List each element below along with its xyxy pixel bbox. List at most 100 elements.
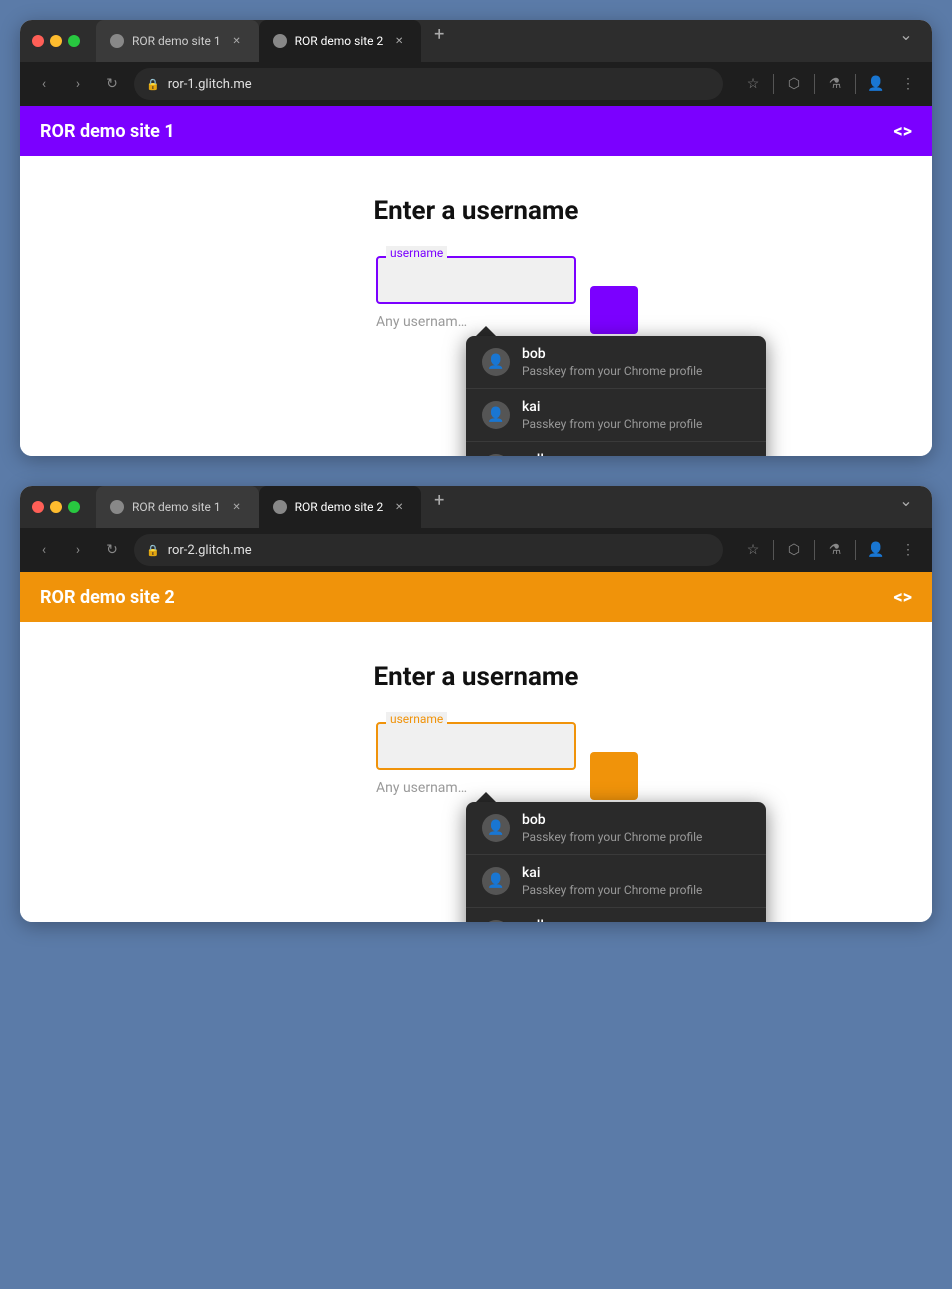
- url-bar-1[interactable]: 🔒 ror-1.glitch.me: [134, 68, 723, 100]
- separator: [814, 74, 815, 94]
- passkey-name: sally: [522, 918, 750, 922]
- passkey-item-kai-1[interactable]: 👤 kai Passkey from your Chrome profile: [466, 389, 766, 442]
- site-title-2: ROR demo site 2: [40, 587, 175, 608]
- lab-icon[interactable]: ⚗: [823, 72, 847, 96]
- url-text-2: ror-2.glitch.me: [168, 543, 711, 558]
- passkey-item-bob-2[interactable]: 👤 bob Passkey from your Chrome profile: [466, 802, 766, 855]
- separator: [814, 540, 815, 560]
- tabs-overflow-button[interactable]: ⌄: [892, 486, 920, 514]
- url-bar-2[interactable]: 🔒 ror-2.glitch.me: [134, 534, 723, 566]
- tab-1-site1[interactable]: ROR demo site 1 ✕: [96, 20, 259, 62]
- profile-icon[interactable]: 👤: [864, 538, 888, 562]
- tab-favicon: [110, 500, 124, 514]
- tab-label: ROR demo site 2: [295, 34, 384, 48]
- passkey-name: bob: [522, 812, 750, 828]
- tab-2-site2[interactable]: ROR demo site 2 ✕: [259, 486, 422, 528]
- maximize-button[interactable]: [68, 501, 80, 513]
- tab-1-site2[interactable]: ROR demo site 2 ✕: [259, 20, 422, 62]
- user-icon: 👤: [482, 401, 510, 429]
- profile-icon[interactable]: 👤: [864, 72, 888, 96]
- bookmark-icon[interactable]: ☆: [741, 72, 765, 96]
- tab-close-button[interactable]: ✕: [229, 33, 245, 49]
- username-input-wrapper-2: username: [376, 722, 576, 770]
- separator: [773, 540, 774, 560]
- lab-icon[interactable]: ⚗: [823, 538, 847, 562]
- user-icon: 👤: [482, 814, 510, 842]
- tab-favicon: [110, 34, 124, 48]
- code-icon-2[interactable]: <>: [894, 587, 912, 608]
- minimize-button[interactable]: [50, 35, 62, 47]
- username-input-1[interactable]: [376, 256, 576, 304]
- passkey-sub: Passkey from your Chrome profile: [522, 830, 750, 844]
- url-actions-2: ☆ ⬡ ⚗ 👤 ⋮: [741, 538, 920, 562]
- passkey-item-text: bob Passkey from your Chrome profile: [522, 346, 750, 378]
- menu-icon[interactable]: ⋮: [896, 72, 920, 96]
- new-tab-button[interactable]: +: [425, 20, 453, 48]
- page-title-1: Enter a username: [374, 196, 579, 226]
- tab-close-button[interactable]: ✕: [391, 499, 407, 515]
- passkey-item-text: sally Passkey from your Chrome profile: [522, 452, 750, 456]
- minimize-button[interactable]: [50, 501, 62, 513]
- site-title-1: ROR demo site 1: [40, 121, 175, 142]
- passkey-name: kai: [522, 865, 750, 881]
- user-icon: 👤: [482, 348, 510, 376]
- menu-icon[interactable]: ⋮: [896, 538, 920, 562]
- back-button[interactable]: ‹: [32, 72, 56, 96]
- page-content-1: Enter a username username Any usernam… 👤…: [20, 156, 932, 456]
- lock-icon: 🔒: [146, 78, 160, 91]
- passkey-dropdown-1: 👤 bob Passkey from your Chrome profile 👤…: [466, 326, 766, 456]
- cast-icon[interactable]: ⬡: [782, 538, 806, 562]
- close-button[interactable]: [32, 501, 44, 513]
- passkey-dropdown-2: 👤 bob Passkey from your Chrome profile 👤…: [466, 792, 766, 922]
- refresh-button[interactable]: ↻: [100, 538, 124, 562]
- title-bar-1: ROR demo site 1 ✕ ROR demo site 2 ✕ + ⌄: [20, 20, 932, 62]
- passkey-item-text: kai Passkey from your Chrome profile: [522, 865, 750, 897]
- title-bar-2: ROR demo site 1 ✕ ROR demo site 2 ✕ + ⌄: [20, 486, 932, 528]
- dropdown-menu-2: 👤 bob Passkey from your Chrome profile 👤…: [466, 802, 766, 922]
- site-header-2: ROR demo site 2 <>: [20, 572, 932, 622]
- cast-icon[interactable]: ⬡: [782, 72, 806, 96]
- forward-button[interactable]: ›: [66, 538, 90, 562]
- traffic-lights-2: [32, 501, 80, 513]
- username-input-2[interactable]: [376, 722, 576, 770]
- site-header-1: ROR demo site 1 <>: [20, 106, 932, 156]
- traffic-lights-1: [32, 35, 80, 47]
- dropdown-menu-1: 👤 bob Passkey from your Chrome profile 👤…: [466, 336, 766, 456]
- bookmark-icon[interactable]: ☆: [741, 538, 765, 562]
- dropdown-arrow-2: [476, 792, 496, 802]
- passkey-item-kai-2[interactable]: 👤 kai Passkey from your Chrome profile: [466, 855, 766, 908]
- lock-icon: 🔒: [146, 544, 160, 557]
- forward-button[interactable]: ›: [66, 72, 90, 96]
- tab-close-button[interactable]: ✕: [229, 499, 245, 515]
- tab-favicon: [273, 500, 287, 514]
- tab-label: ROR demo site 1: [132, 34, 221, 48]
- passkey-sub: Passkey from your Chrome profile: [522, 417, 750, 431]
- passkey-item-text: bob Passkey from your Chrome profile: [522, 812, 750, 844]
- url-actions-1: ☆ ⬡ ⚗ 👤 ⋮: [741, 72, 920, 96]
- tabs-container-1: ROR demo site 1 ✕ ROR demo site 2 ✕ + ⌄: [96, 20, 920, 62]
- username-label-2: username: [386, 712, 447, 726]
- passkey-name: bob: [522, 346, 750, 362]
- back-button[interactable]: ‹: [32, 538, 56, 562]
- new-tab-button[interactable]: +: [425, 486, 453, 514]
- tabs-container-2: ROR demo site 1 ✕ ROR demo site 2 ✕ + ⌄: [96, 486, 920, 528]
- refresh-button[interactable]: ↻: [100, 72, 124, 96]
- passkey-item-sally-1[interactable]: 👤 sally Passkey from your Chrome profile: [466, 442, 766, 456]
- page-title-2: Enter a username: [374, 662, 579, 692]
- username-input-wrapper-1: username: [376, 256, 576, 304]
- passkey-sub: Passkey from your Chrome profile: [522, 364, 750, 378]
- passkey-item-bob-1[interactable]: 👤 bob Passkey from your Chrome profile: [466, 336, 766, 389]
- tab-2-site1[interactable]: ROR demo site 1 ✕: [96, 486, 259, 528]
- maximize-button[interactable]: [68, 35, 80, 47]
- passkey-item-sally-2[interactable]: 👤 sally Passkey from your Chrome profile: [466, 908, 766, 922]
- page-content-2: Enter a username username Any usernam… 👤…: [20, 622, 932, 922]
- tab-close-button[interactable]: ✕: [391, 33, 407, 49]
- separator: [773, 74, 774, 94]
- separator: [855, 540, 856, 560]
- code-icon-1[interactable]: <>: [894, 121, 912, 142]
- hint-text-2: Any usernam…: [376, 780, 467, 796]
- close-button[interactable]: [32, 35, 44, 47]
- tabs-overflow-button[interactable]: ⌄: [892, 20, 920, 48]
- passkey-name: sally: [522, 452, 750, 456]
- passkey-item-text: kai Passkey from your Chrome profile: [522, 399, 750, 431]
